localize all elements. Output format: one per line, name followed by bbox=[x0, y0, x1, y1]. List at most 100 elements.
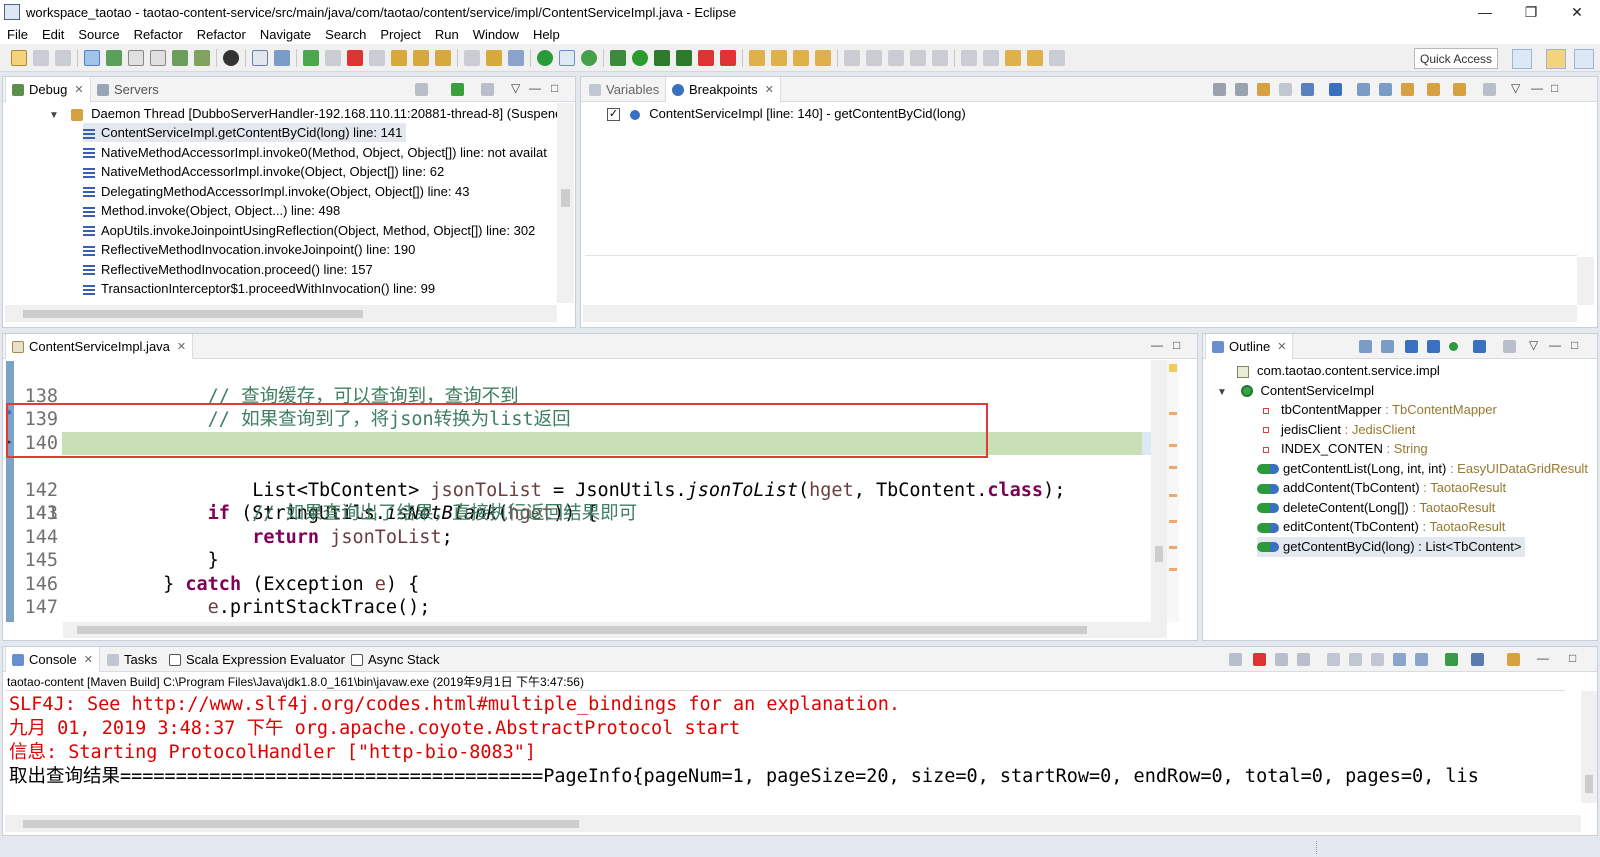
prev-annotation-icon[interactable] bbox=[888, 49, 904, 66]
menu-refactor-2[interactable]: Refactor bbox=[190, 27, 253, 42]
open-type-icon[interactable] bbox=[815, 49, 831, 66]
overview-ruler[interactable] bbox=[1167, 360, 1179, 622]
menu-file[interactable]: File bbox=[0, 27, 35, 42]
minimize-icon[interactable]: — bbox=[1549, 338, 1561, 352]
open-perspective-icon[interactable] bbox=[1512, 49, 1532, 69]
collapse-icon[interactable]: ▼ bbox=[1217, 387, 1227, 398]
close-button[interactable]: ✕ bbox=[1554, 0, 1600, 24]
scroll-thumb[interactable] bbox=[1585, 775, 1593, 793]
stop-icon[interactable] bbox=[698, 49, 714, 66]
outline-member[interactable]: getContentList(Long, int, int) : EasyUID… bbox=[1257, 459, 1588, 479]
display-console-icon[interactable] bbox=[1445, 653, 1458, 666]
breakpoint-item[interactable]: ✓ ContentServiceImpl [line: 140] - getCo… bbox=[607, 104, 966, 123]
minimize-icon[interactable]: — bbox=[1151, 338, 1163, 352]
breakpoint-checkbox[interactable]: ✓ bbox=[607, 108, 620, 122]
close-icon[interactable]: ✕ bbox=[1277, 340, 1286, 353]
outline-class[interactable]: ▼ ContentServiceImpl bbox=[1217, 381, 1374, 401]
settings-icon[interactable] bbox=[223, 49, 239, 66]
pin-icon[interactable] bbox=[274, 49, 290, 66]
marker[interactable] bbox=[1169, 568, 1177, 571]
menu-source[interactable]: Source bbox=[71, 27, 126, 42]
view-menu-icon[interactable] bbox=[481, 83, 494, 96]
maximize-icon[interactable]: □ bbox=[1571, 338, 1578, 352]
console-vscrollbar[interactable] bbox=[1581, 691, 1597, 803]
maximize-icon[interactable]: □ bbox=[1173, 338, 1180, 352]
remove-all-breakpoints-icon[interactable] bbox=[1235, 83, 1248, 96]
new-class-icon[interactable] bbox=[771, 49, 787, 66]
java-perspective-icon[interactable] bbox=[1546, 49, 1566, 69]
view-menu-chevron-icon[interactable]: ▽ bbox=[1511, 81, 1520, 95]
menu-search[interactable]: Search bbox=[318, 27, 373, 42]
collapse-all-icon[interactable] bbox=[1359, 340, 1372, 353]
expand-all-icon[interactable] bbox=[1357, 83, 1370, 96]
tab-tasks[interactable]: Tasks bbox=[101, 647, 163, 672]
menu-edit[interactable]: Edit bbox=[35, 27, 71, 42]
marker[interactable] bbox=[1169, 466, 1177, 469]
debug-hscrollbar[interactable] bbox=[5, 305, 557, 322]
thread-row[interactable]: ▼ Daemon Thread [DubboServerHandler-192.… bbox=[49, 104, 562, 123]
next-edit-icon[interactable] bbox=[961, 49, 977, 66]
coverage-icon[interactable] bbox=[654, 49, 670, 66]
view-menu-icon[interactable] bbox=[1503, 340, 1516, 353]
pin-console-icon[interactable] bbox=[1415, 653, 1428, 666]
save-icon[interactable] bbox=[33, 49, 49, 66]
maximize-icon[interactable]: □ bbox=[1569, 651, 1576, 665]
outline-member[interactable]: INDEX_CONTEN : String bbox=[1261, 439, 1428, 459]
drop-frame-icon[interactable] bbox=[464, 49, 480, 66]
annotation-icon[interactable] bbox=[844, 49, 860, 66]
minimize-icon[interactable]: — bbox=[1531, 81, 1543, 95]
open-console-icon[interactable] bbox=[1471, 653, 1484, 666]
close-icon[interactable]: ✕ bbox=[177, 340, 186, 353]
show-stdout-icon[interactable] bbox=[1371, 653, 1384, 666]
new-console-icon[interactable] bbox=[1507, 653, 1520, 666]
step-over-icon[interactable] bbox=[413, 49, 429, 66]
marker[interactable] bbox=[1169, 546, 1177, 549]
scroll-thumb[interactable] bbox=[77, 626, 1087, 634]
outline-package[interactable]: com.taotao.content.service.impl bbox=[1237, 361, 1440, 381]
tab-console[interactable]: Console ✕ bbox=[5, 647, 100, 672]
debug-icon[interactable] bbox=[610, 49, 626, 66]
tab-outline[interactable]: Outline ✕ bbox=[1205, 334, 1294, 359]
properties-icon[interactable] bbox=[128, 49, 144, 66]
breakpoints-hscrollbar[interactable] bbox=[583, 305, 1577, 322]
go-to-file-icon[interactable] bbox=[1279, 83, 1292, 96]
hide-local-types-icon[interactable] bbox=[1473, 340, 1486, 353]
remove-launch-icon[interactable] bbox=[1229, 653, 1242, 666]
stack-frame[interactable]: ReflectiveMethodInvocation.invokeJoinpoi… bbox=[83, 240, 415, 259]
maximize-button[interactable]: ❐ bbox=[1508, 0, 1554, 24]
tab-async-stack[interactable]: Async Stack bbox=[345, 647, 446, 672]
back-icon[interactable] bbox=[1005, 49, 1021, 66]
marker[interactable] bbox=[1169, 412, 1177, 415]
toggle-mark-icon[interactable] bbox=[559, 49, 575, 66]
clear-icon[interactable] bbox=[1297, 653, 1310, 666]
close-icon[interactable]: ✕ bbox=[765, 83, 774, 96]
menu-navigate[interactable]: Navigate bbox=[253, 27, 318, 42]
menu-project[interactable]: Project bbox=[373, 27, 427, 42]
quick-access-input[interactable]: Quick Access bbox=[1414, 48, 1498, 69]
scroll-thumb[interactable] bbox=[561, 189, 570, 207]
skip-breakpoints-icon[interactable] bbox=[84, 49, 100, 66]
collapse-icon[interactable]: ▼ bbox=[49, 110, 59, 121]
remove-all-terminated-icon[interactable] bbox=[415, 83, 428, 96]
scroll-thumb[interactable] bbox=[1155, 546, 1163, 562]
minimize-icon[interactable]: — bbox=[529, 81, 541, 95]
menu-refactor[interactable]: Refactor bbox=[127, 27, 190, 42]
outline-member[interactable]: tbContentMapper : TbContentMapper bbox=[1261, 400, 1497, 420]
stack-frame[interactable]: DelegatingMethodAccessorImpl.invoke(Obje… bbox=[83, 182, 470, 201]
remove-all-icon[interactable] bbox=[1275, 653, 1288, 666]
marker[interactable] bbox=[1169, 520, 1177, 523]
stack-frame[interactable]: TransactionInterceptor$1.proceedWithInvo… bbox=[83, 279, 435, 298]
refresh-icon[interactable] bbox=[581, 49, 597, 66]
java-icon[interactable] bbox=[194, 49, 210, 66]
outline-member[interactable]: addContent(TbContent) : TaotaoResult bbox=[1257, 478, 1506, 498]
code-area[interactable]: 138 // 查询缓存，可以查询到，查询不到 139 // 如果查询到了，将js… bbox=[6, 361, 1166, 622]
scroll-thumb[interactable] bbox=[23, 310, 363, 318]
tab-debug[interactable]: Debug ✕ bbox=[5, 77, 91, 102]
breakpoint-icon[interactable] bbox=[537, 49, 553, 66]
stop-all-icon[interactable] bbox=[720, 49, 736, 66]
new-package-icon[interactable] bbox=[749, 49, 765, 66]
remove-breakpoint-icon[interactable] bbox=[1213, 83, 1226, 96]
console-hscrollbar[interactable] bbox=[5, 815, 1581, 832]
hide-non-public-icon[interactable] bbox=[1449, 342, 1458, 351]
tab-breakpoints[interactable]: Breakpoints ✕ bbox=[665, 77, 781, 102]
